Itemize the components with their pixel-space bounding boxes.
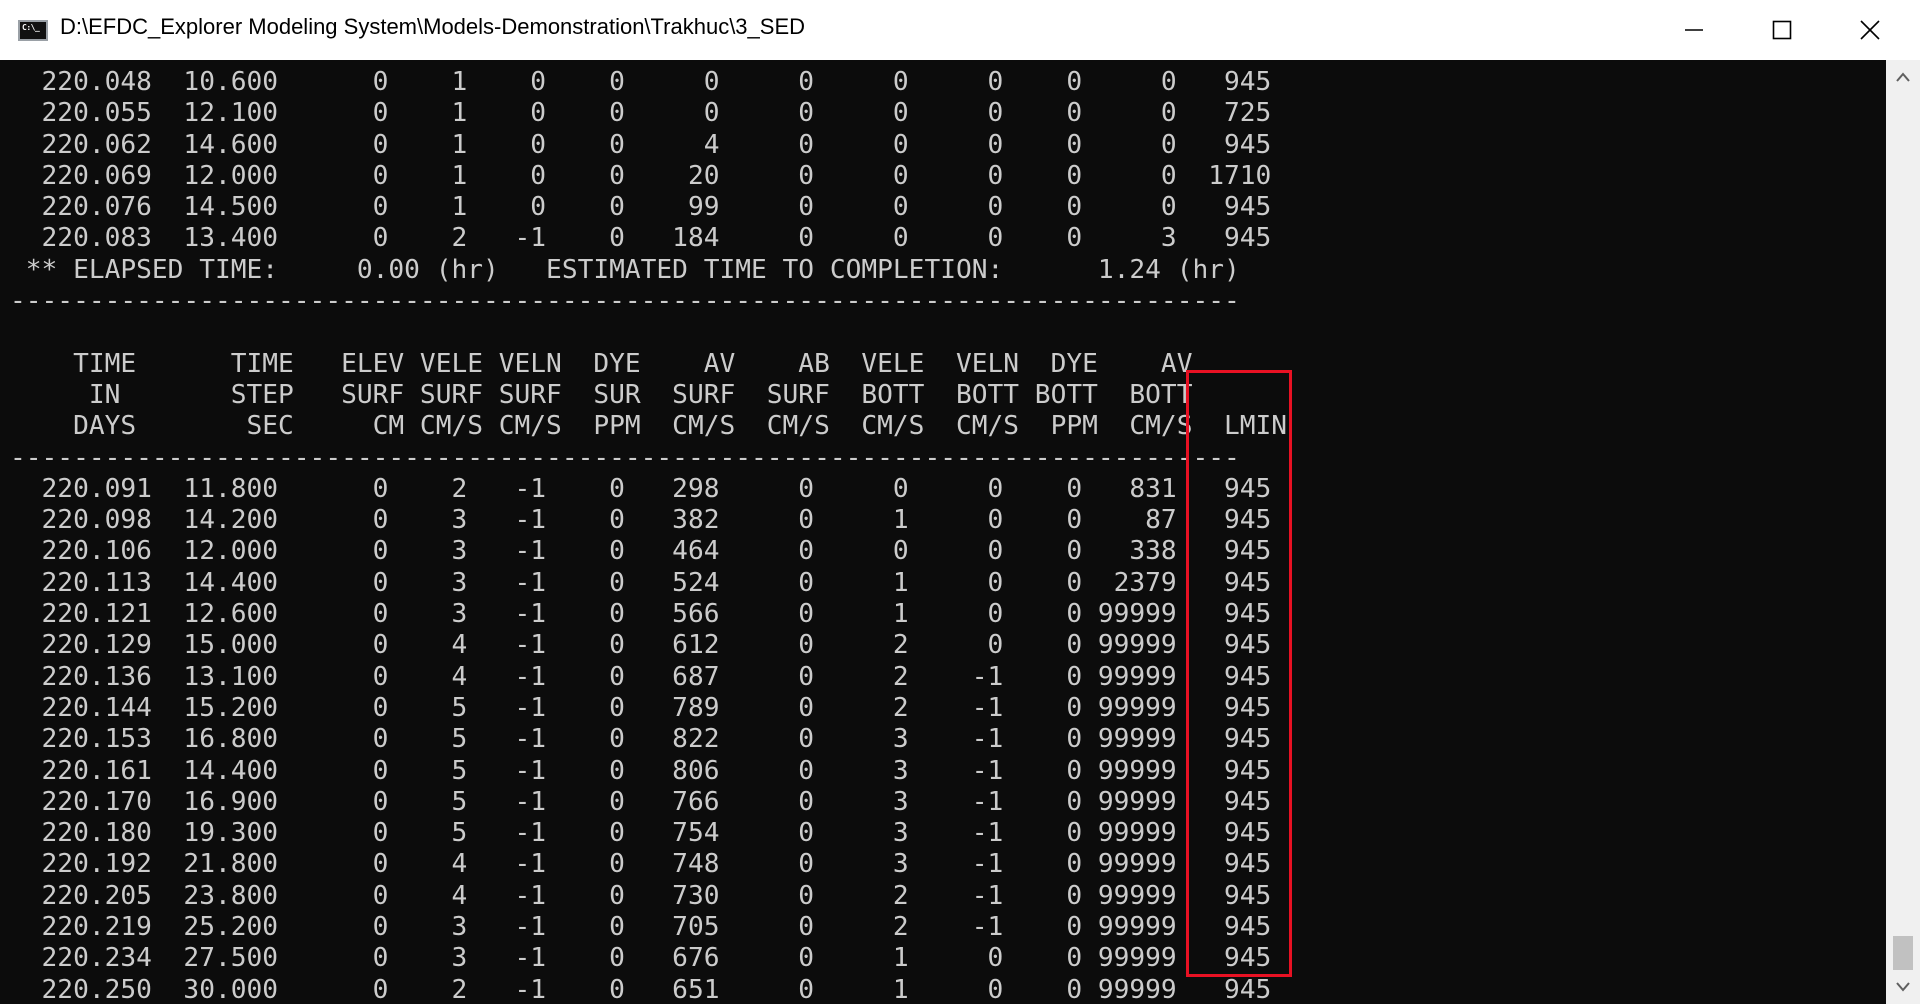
console-line: ----------------------------------------… bbox=[10, 286, 1240, 317]
console-line: 220.121 12.600 0 3 -1 0 566 0 1 0 0 9999… bbox=[10, 599, 1272, 630]
console-line: IN STEP SURF SURF SURF SUR SURF SURF BOT… bbox=[10, 379, 1193, 410]
title-bar: D:\EFDC_Explorer Modeling System\Models-… bbox=[0, 0, 1920, 60]
console-line: 220.161 14.400 0 5 -1 0 806 0 3 -1 0 999… bbox=[10, 755, 1272, 786]
console-line: ----------------------------------------… bbox=[10, 442, 1240, 473]
maximize-icon bbox=[1772, 20, 1792, 40]
console-line: 220.250 30.000 0 2 -1 0 651 0 1 0 0 9999… bbox=[10, 974, 1272, 1004]
scroll-up-button[interactable] bbox=[1886, 60, 1920, 94]
scroll-down-button[interactable] bbox=[1886, 970, 1920, 1004]
console-line: 220.076 14.500 0 1 0 0 99 0 0 0 0 0 945 bbox=[10, 192, 1272, 223]
console-line: 220.062 14.600 0 1 0 0 4 0 0 0 0 0 945 bbox=[10, 129, 1272, 160]
console-line: DAYS SEC CM CM/S CM/S PPM CM/S CM/S CM/S… bbox=[10, 411, 1288, 442]
console-line: 220.153 16.800 0 5 -1 0 822 0 3 -1 0 999… bbox=[10, 724, 1272, 755]
console-icon bbox=[18, 20, 48, 41]
console-line: 220.106 12.000 0 3 -1 0 464 0 0 0 0 338 … bbox=[10, 536, 1272, 567]
close-button[interactable] bbox=[1826, 0, 1914, 60]
console-line: TIME TIME ELEV VELE VELN DYE AV AB VELE … bbox=[10, 348, 1193, 379]
minimize-icon bbox=[1685, 29, 1703, 31]
window-title: D:\EFDC_Explorer Modeling System\Models-… bbox=[60, 14, 806, 39]
console-line: 220.113 14.400 0 3 -1 0 524 0 1 0 0 2379… bbox=[10, 567, 1272, 598]
console-line: 220.069 12.000 0 1 0 0 20 0 0 0 0 0 1710 bbox=[10, 160, 1272, 191]
chevron-down-icon bbox=[1896, 982, 1910, 992]
console-line: 220.180 19.300 0 5 -1 0 754 0 3 -1 0 999… bbox=[10, 818, 1272, 849]
console-text: 220.048 10.600 0 1 0 0 0 0 0 0 0 0 945 2… bbox=[10, 67, 1287, 1004]
console-line: 220.098 14.200 0 3 -1 0 382 0 1 0 0 87 9… bbox=[10, 505, 1272, 536]
close-icon bbox=[1860, 20, 1880, 40]
console-line: 220.091 11.800 0 2 -1 0 298 0 0 0 0 831 … bbox=[10, 473, 1272, 504]
console-output[interactable]: 220.048 10.600 0 1 0 0 0 0 0 0 0 0 945 2… bbox=[0, 60, 1886, 1004]
console-line: 220.129 15.000 0 4 -1 0 612 0 2 0 0 9999… bbox=[10, 630, 1272, 661]
console-line: 220.170 16.900 0 5 -1 0 766 0 3 -1 0 999… bbox=[10, 786, 1272, 817]
console-line: 220.055 12.100 0 1 0 0 0 0 0 0 0 0 725 bbox=[10, 98, 1272, 129]
scroll-thumb[interactable] bbox=[1893, 936, 1913, 970]
console-line: ** ELAPSED TIME: 0.00 (hr) ESTIMATED TIM… bbox=[10, 254, 1240, 285]
console-line: 220.234 27.500 0 3 -1 0 676 0 1 0 0 9999… bbox=[10, 943, 1272, 974]
console-line: 220.136 13.100 0 4 -1 0 687 0 2 -1 0 999… bbox=[10, 661, 1272, 692]
console-line: 220.083 13.400 0 2 -1 0 184 0 0 0 0 3 94… bbox=[10, 223, 1272, 254]
console-line: 220.144 15.200 0 5 -1 0 789 0 2 -1 0 999… bbox=[10, 692, 1272, 723]
chevron-up-icon bbox=[1896, 72, 1910, 82]
minimize-button[interactable] bbox=[1650, 0, 1738, 60]
console-line: 220.048 10.600 0 1 0 0 0 0 0 0 0 0 945 bbox=[10, 67, 1272, 97]
maximize-button[interactable] bbox=[1738, 0, 1826, 60]
console-line: 220.205 23.800 0 4 -1 0 730 0 2 -1 0 999… bbox=[10, 880, 1272, 911]
vertical-scrollbar[interactable] bbox=[1886, 60, 1920, 1004]
console-line: 220.219 25.200 0 3 -1 0 705 0 2 -1 0 999… bbox=[10, 912, 1272, 943]
console-line: 220.192 21.800 0 4 -1 0 748 0 3 -1 0 999… bbox=[10, 849, 1272, 880]
